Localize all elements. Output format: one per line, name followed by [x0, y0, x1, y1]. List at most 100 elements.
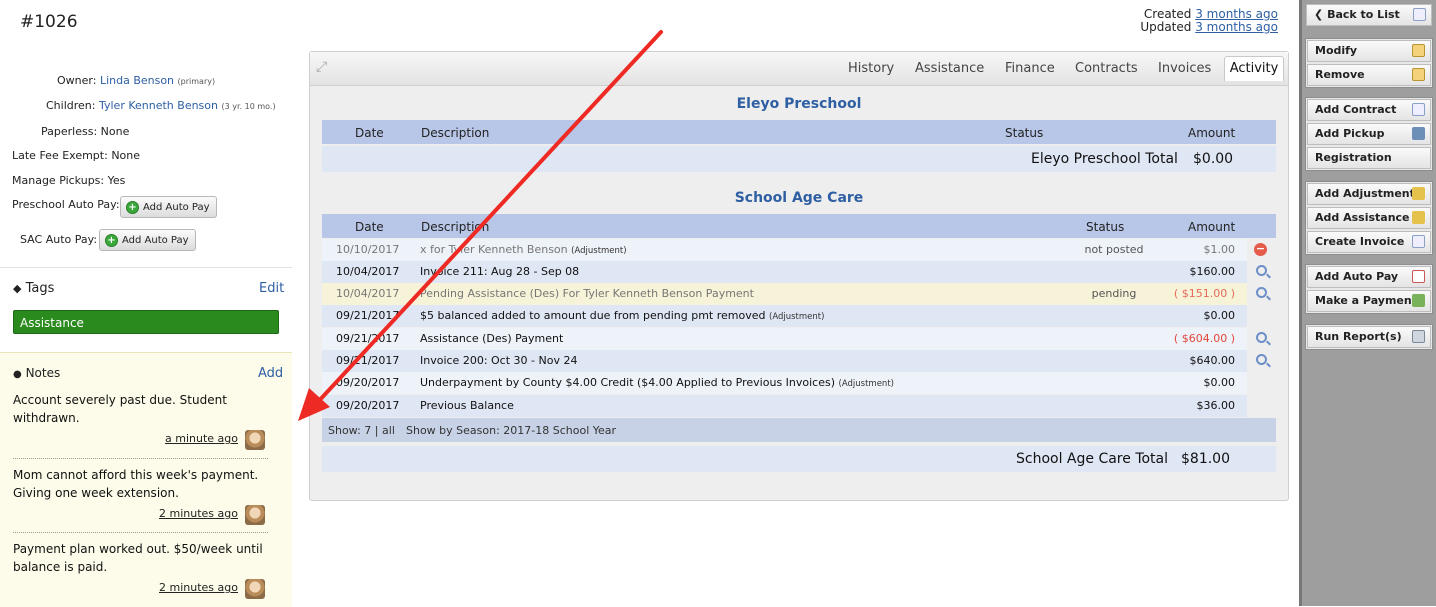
table-footer: Show: 7 | all Show by Season: 2017-18 Sc…	[322, 418, 1276, 442]
pickups-label: Manage Pickups:	[12, 174, 105, 187]
note-time[interactable]: 2 minutes ago	[159, 507, 238, 520]
row-action[interactable]	[1247, 261, 1276, 283]
comments-icon: ●	[13, 369, 22, 380]
paperless-value: None	[100, 125, 130, 138]
add-auto-pay-button[interactable]: Add Auto Pay	[1307, 266, 1431, 288]
created-label: Created	[1143, 7, 1192, 21]
row-description: Invoice 211: Aug 28 - Sep 08	[420, 265, 580, 278]
registration-button[interactable]: Registration	[1307, 147, 1431, 169]
row-date: 09/21/2017	[336, 332, 400, 345]
child-link[interactable]: Tyler Kenneth Benson	[99, 99, 218, 112]
table-row[interactable]: 10/04/2017 Pending Assistance (Des) For …	[322, 283, 1247, 305]
sac-total-label: School Age Care Total	[1016, 451, 1169, 467]
create-invoice-button[interactable]: Create Invoice	[1307, 231, 1431, 253]
row-action[interactable]	[1247, 283, 1276, 305]
add-pickup-button[interactable]: Add Pickup	[1307, 123, 1431, 145]
add-adjustment-label: Add Adjustment	[1315, 187, 1415, 200]
paperless-label: Paperless:	[41, 125, 98, 138]
table-row[interactable]: 10/10/2017 x for Tyler Kenneth Benson (A…	[322, 239, 1247, 261]
magnifier-icon[interactable]	[1256, 265, 1267, 276]
row-amount: ( $151.00 )	[1173, 287, 1235, 300]
season-filter[interactable]: Show by Season: 2017-18 School Year	[406, 424, 616, 437]
table-row[interactable]: 09/20/2017 Previous Balance $36.00	[322, 395, 1247, 417]
expand-icon[interactable]: ⤢	[316, 59, 327, 75]
magnifier-icon[interactable]	[1256, 354, 1267, 365]
row-action[interactable]: −	[1247, 239, 1276, 261]
run-reports-label: Run Report(s)	[1315, 330, 1402, 343]
tab-finance[interactable]: Finance	[1005, 61, 1055, 76]
col-description: Description	[421, 126, 490, 140]
created-value[interactable]: 3 months ago	[1195, 7, 1278, 21]
note-text: Mom cannot afford this week's payment.	[13, 468, 259, 482]
note-text: Giving one week extension.	[13, 486, 179, 500]
remove-label: Remove	[1315, 68, 1365, 81]
owner-note: (primary)	[177, 77, 216, 86]
notes-add-link[interactable]: Add	[258, 366, 283, 381]
season-value: 2017-18 School Year	[503, 424, 617, 437]
sac-add-autopay-button[interactable]: + Add Auto Pay	[99, 229, 196, 251]
plus-icon: +	[105, 233, 118, 247]
show-count-7[interactable]: 7	[364, 424, 371, 437]
run-reports-button[interactable]: Run Report(s)	[1307, 326, 1431, 348]
table-row[interactable]: 09/21/2017 Invoice 200: Oct 30 - Nov 24 …	[322, 350, 1247, 372]
preschool-title: Eleyo Preschool	[736, 96, 862, 112]
delete-icon[interactable]: −	[1254, 243, 1267, 256]
row-tag: (Adjustment)	[769, 312, 825, 322]
row-date: 09/21/2017	[336, 354, 400, 367]
tab-history[interactable]: History	[848, 61, 894, 76]
row-amount: ( $604.00 )	[1173, 332, 1235, 345]
modify-button[interactable]: Modify	[1307, 40, 1431, 62]
note-time[interactable]: 2 minutes ago	[159, 581, 238, 594]
tags-title: Tags	[25, 281, 55, 296]
tags-edit-link[interactable]: Edit	[259, 281, 284, 296]
coins-icon	[1412, 187, 1425, 200]
tab-assistance[interactable]: Assistance	[915, 61, 984, 76]
row-desc-text: x for Tyler Kenneth Benson	[420, 243, 568, 256]
row-action[interactable]	[1247, 328, 1276, 350]
show-all-link[interactable]: all	[382, 424, 395, 437]
row-description: Invoice 200: Oct 30 - Nov 24	[420, 354, 578, 367]
owner-link[interactable]: Linda Benson	[100, 74, 174, 87]
tags-heading: ◆ Tags	[13, 281, 54, 296]
preschool-add-autopay-button[interactable]: + Add Auto Pay	[120, 196, 217, 218]
magnifier-icon[interactable]	[1256, 287, 1267, 298]
make-payment-button[interactable]: Make a Payment	[1307, 290, 1431, 312]
table-row[interactable]: 09/20/2017 Underpayment by County $4.00 …	[322, 372, 1247, 394]
pickups-value: Yes	[107, 174, 126, 187]
back-to-list-button[interactable]: ❮ Back to List	[1306, 4, 1432, 26]
tab-activity[interactable]: Activity	[1224, 56, 1284, 81]
magnifier-icon[interactable]	[1256, 332, 1267, 343]
preschool-total-value: $0.00	[1193, 151, 1234, 167]
note-time[interactable]: a minute ago	[165, 432, 238, 445]
money-icon	[1412, 294, 1425, 307]
preschool-autopay-label: Preschool Auto Pay:	[12, 198, 120, 211]
updated-value[interactable]: 3 months ago	[1195, 20, 1278, 34]
tab-invoices[interactable]: Invoices	[1158, 61, 1211, 76]
avatar	[245, 505, 265, 525]
car-icon	[1412, 127, 1425, 140]
col-amount: Amount	[1188, 126, 1236, 140]
col-description: Description	[421, 220, 490, 234]
note-text: balance is paid.	[13, 560, 108, 574]
add-assistance-button[interactable]: Add Assistance	[1307, 207, 1431, 229]
table-row[interactable]: 09/21/2017 Assistance (Des) Payment ( $6…	[322, 328, 1247, 350]
remove-button[interactable]: Remove	[1307, 64, 1431, 86]
pickups-row: Manage Pickups: Yes	[12, 174, 125, 187]
table-row[interactable]: 10/04/2017 Invoice 211: Aug 28 - Sep 08 …	[322, 261, 1247, 283]
add-contract-button[interactable]: Add Contract	[1307, 99, 1431, 121]
table-row[interactable]: 09/21/2017 $5 balanced added to amount d…	[322, 305, 1247, 327]
sac-title: School Age Care	[734, 190, 864, 206]
pencil-icon	[1412, 44, 1425, 57]
create-invoice-label: Create Invoice	[1315, 235, 1405, 248]
owner-label: Owner:	[57, 74, 97, 87]
row-action[interactable]	[1247, 350, 1276, 372]
tab-contracts[interactable]: Contracts	[1075, 61, 1138, 76]
row-status: pending	[1091, 287, 1137, 300]
row-desc-text: Underpayment by County $4.00 Credit ($4.…	[420, 376, 836, 389]
tag-assistance[interactable]: Assistance	[13, 310, 279, 334]
add-adjustment-button[interactable]: Add Adjustment	[1307, 183, 1431, 205]
row-amount: $640.00	[1189, 354, 1236, 367]
col-amount: Amount	[1188, 220, 1236, 234]
children-label: Children:	[46, 99, 96, 112]
row-amount: $0.00	[1203, 376, 1236, 389]
